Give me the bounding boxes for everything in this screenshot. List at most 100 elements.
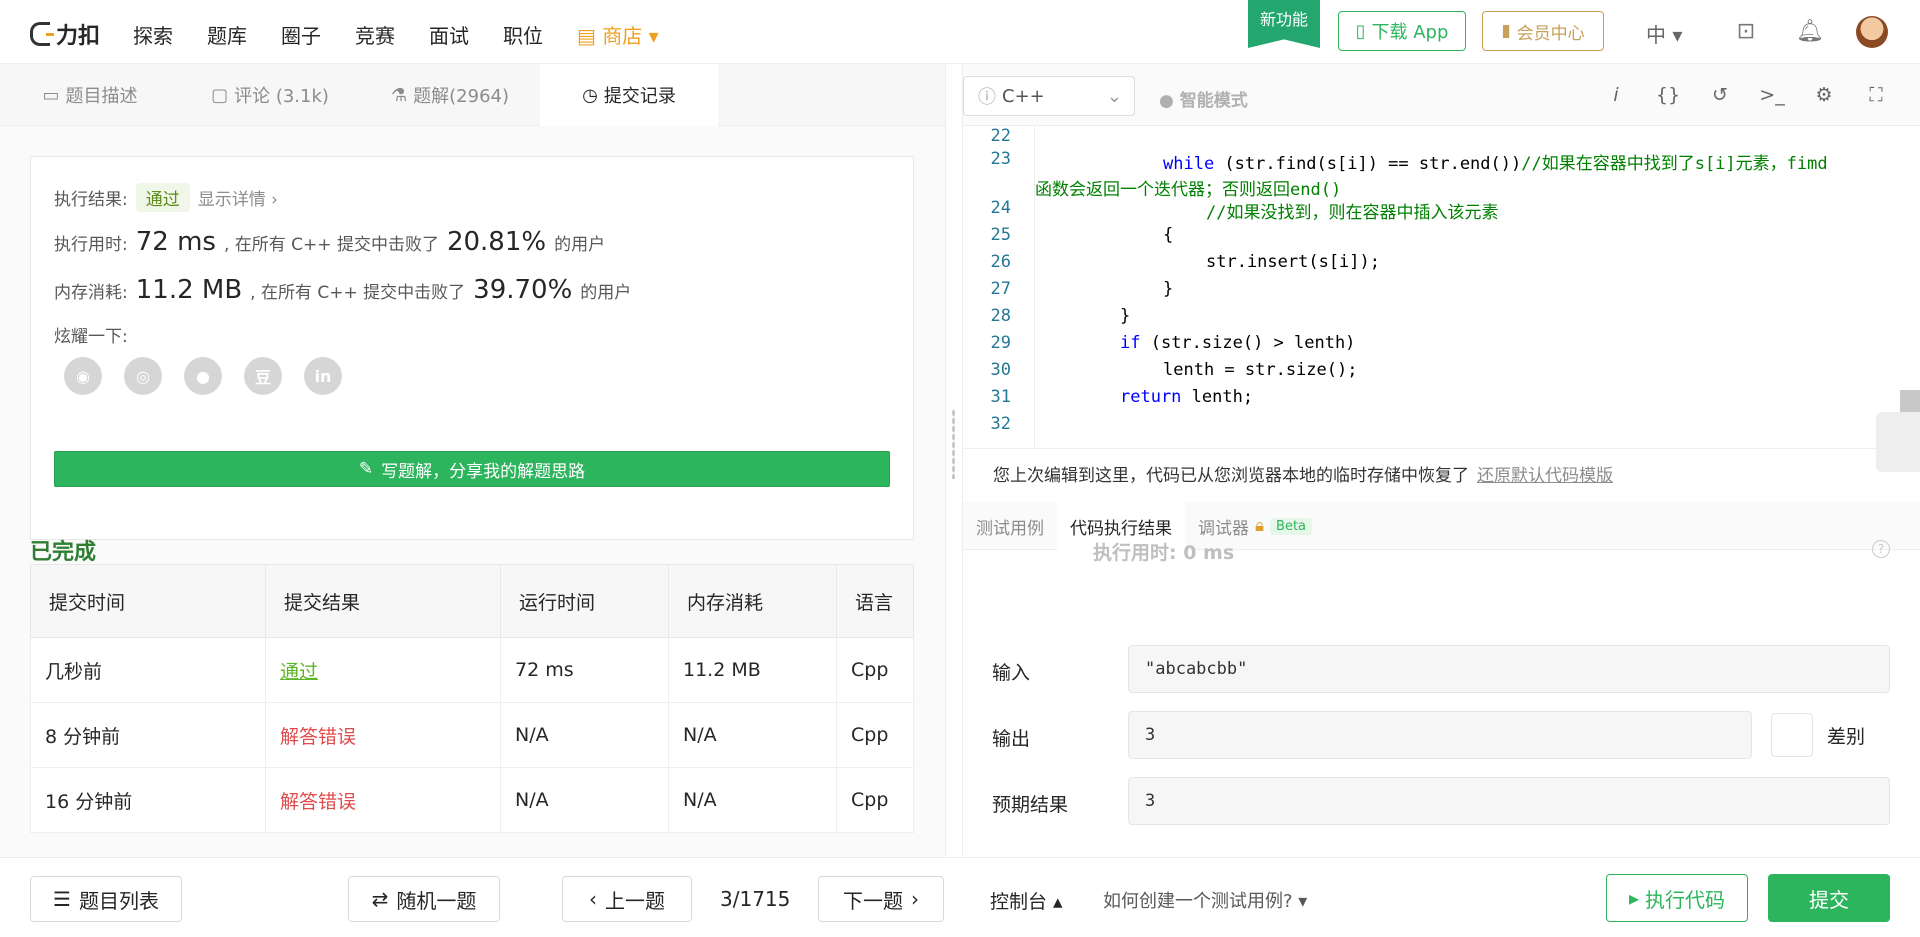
cell-memory: N/A: [668, 767, 837, 833]
code-editor[interactable]: 22 23 24 25 26 27 28 29 30 31 32 while (…: [963, 126, 1920, 448]
nav-shop[interactable]: ▤ 商店 ▾: [577, 20, 659, 49]
submit-button[interactable]: 提交: [1768, 874, 1890, 922]
run-label: 执行代码: [1645, 887, 1726, 912]
bell-icon[interactable]: 🔔︎: [1796, 18, 1824, 46]
weibo-icon[interactable]: ◎: [124, 357, 162, 395]
new-feature-ribbon[interactable]: 新功能: [1248, 0, 1320, 48]
how-to-testcase[interactable]: 如何创建一个测试用例? ▾: [1103, 887, 1307, 913]
result-card: 执行结果: 通过 显示详情 › 执行用时: 72 ms , 在所有 C++ 提交…: [30, 156, 914, 540]
qq-icon[interactable]: ●: [184, 357, 222, 395]
language-select[interactable]: ⓘ C++ ⌄: [963, 76, 1135, 116]
vip-center-button[interactable]: ▮ 会员中心: [1482, 11, 1604, 51]
table-row[interactable]: 几秒前 通过 72 ms 11.2 MB Cpp: [30, 637, 914, 703]
reset-icon[interactable]: ↺: [1707, 82, 1733, 108]
problem-list-button[interactable]: ☰ 题目列表: [30, 876, 182, 922]
settings-icon[interactable]: ⚙: [1811, 82, 1837, 108]
runtime-label: 执行用时:: [54, 235, 128, 255]
avatar[interactable]: [1856, 16, 1888, 48]
braces-icon[interactable]: {}: [1655, 82, 1681, 108]
tab-description-label: 题目描述: [65, 86, 138, 107]
diff-checkbox[interactable]: [1771, 713, 1813, 757]
restore-default-link[interactable]: 还原默认代码模版: [1477, 461, 1613, 486]
cell-result-link[interactable]: 解答错误: [265, 702, 501, 768]
table-row[interactable]: 8 分钟前 解答错误 N/A N/A Cpp: [30, 702, 914, 768]
cell-time: 8 分钟前: [30, 702, 266, 768]
douban-icon[interactable]: 豆: [244, 357, 282, 395]
nav-contest[interactable]: 竞赛: [355, 20, 395, 49]
wechat-icon[interactable]: ◉: [64, 357, 102, 395]
problem-list-label: 题目列表: [78, 888, 159, 913]
linkedin-icon[interactable]: in: [304, 357, 342, 395]
output-label: 输出: [992, 728, 1031, 750]
next-problem-button[interactable]: 下一题 ›: [818, 876, 944, 922]
smart-mode-toggle[interactable]: ● 智能模式: [1159, 86, 1248, 111]
line-number: 22: [990, 126, 1011, 146]
main-nav: 探索 题库 圈子 竞赛 面试 职位 ▤ 商店 ▾: [133, 20, 659, 49]
info-italic-icon[interactable]: i: [1603, 82, 1629, 108]
write-solution-button[interactable]: ✎ 写题解，分享我的解题思路: [54, 451, 890, 487]
nav-problems[interactable]: 题库: [207, 20, 247, 49]
clock-icon: ◷: [582, 84, 598, 106]
download-app-button[interactable]: ▯ 下载 App: [1338, 11, 1466, 51]
diff-toggle[interactable]: 差别: [1771, 712, 1889, 758]
tab-solutions[interactable]: ⚗ 题解(2964): [360, 64, 540, 126]
cell-runtime: N/A: [500, 702, 669, 768]
terminal-icon[interactable]: >_: [1759, 82, 1785, 108]
expected-value: 3: [1128, 777, 1890, 825]
comment-icon: ▢: [211, 84, 229, 106]
list-icon: ☰: [53, 887, 71, 911]
nav-jobs[interactable]: 职位: [503, 20, 543, 49]
console-toggle[interactable]: 控制台 ▴: [990, 887, 1063, 914]
status-badge: 通过: [135, 183, 190, 212]
fullscreen-icon[interactable]: ⛶: [1863, 82, 1889, 108]
cell-result-link[interactable]: 解答错误: [265, 767, 501, 833]
language-select-value: C++: [1002, 85, 1045, 107]
debugger-label: 调试器: [1198, 518, 1249, 539]
input-value: "abcabcbb": [1128, 645, 1890, 693]
share-label: 炫耀一下:: [54, 327, 128, 347]
cell-result-link[interactable]: 通过: [265, 637, 501, 703]
play-icon: ▸: [1628, 886, 1640, 910]
runtime-row: 执行用时: 72 ms , 在所有 C++ 提交中击败了 20.81% 的用户: [54, 227, 605, 257]
show-details-link[interactable]: 显示详情 ›: [198, 185, 278, 210]
playground-icon[interactable]: ⊡: [1732, 18, 1760, 46]
diff-label: 差别: [1827, 725, 1866, 748]
pane-resize-handle[interactable]: [945, 64, 963, 857]
logo[interactable]: 力扣: [30, 18, 100, 50]
line-number: 28: [990, 306, 1011, 326]
language-switch[interactable]: 中 ▾: [1646, 19, 1682, 48]
code-line: lenth = str.size();: [1163, 360, 1358, 380]
table-row[interactable]: 16 分钟前 解答错误 N/A N/A Cpp: [30, 767, 914, 833]
line-number: 27: [990, 279, 1011, 299]
leetcode-logo-icon: [30, 22, 54, 46]
memory-row: 内存消耗: 11.2 MB , 在所有 C++ 提交中击败了 39.70% 的用…: [54, 275, 631, 305]
tab-submissions-label: 提交记录: [603, 86, 676, 107]
vip-label: 会员中心: [1516, 23, 1585, 44]
run-code-button[interactable]: ▸ 执行代码: [1606, 874, 1748, 922]
tab-testcase[interactable]: 测试用例: [963, 502, 1057, 550]
submissions-table: 提交时间 提交结果 运行时间 内存消耗 语言 几秒前 通过 72 ms 11.2…: [30, 564, 914, 833]
tab-submissions[interactable]: ◷ 提交记录: [540, 64, 718, 126]
restore-text: 您上次编辑到这里，代码已从您浏览器本地的临时存储中恢复了: [993, 466, 1469, 486]
code-line: if (str.size() > lenth): [1120, 333, 1356, 353]
prev-problem-button[interactable]: ‹ 上一题: [562, 876, 692, 922]
line-number: 24: [990, 198, 1011, 218]
howto-label: 如何创建一个测试用例?: [1103, 891, 1293, 912]
nav-interview[interactable]: 面试: [429, 20, 469, 49]
exec-time: 执行用时: 0 ms: [1093, 542, 1235, 564]
help-icon[interactable]: ?: [1872, 540, 1890, 558]
runtime-percent: 20.81%: [446, 227, 547, 257]
code-line: {: [1163, 225, 1174, 245]
floating-feedback-button[interactable]: [1876, 412, 1920, 472]
nav-circle[interactable]: 圈子: [281, 20, 321, 49]
nav-explore[interactable]: 探索: [133, 20, 173, 49]
top-navbar: 力扣 探索 题库 圈子 竞赛 面试 职位 ▤ 商店 ▾ 新功能 ▯ 下载 App…: [0, 0, 1920, 64]
random-problem-button[interactable]: ⇄ 随机一题: [348, 876, 500, 922]
tab-solutions-label: 题解(2964): [413, 86, 509, 107]
tab-comments[interactable]: ▢ 评论 (3.1k): [180, 64, 360, 126]
lock-icon: 🔒︎: [1255, 516, 1265, 536]
left-tabs: ▭ 题目描述 ▢ 评论 (3.1k) ⚗ 题解(2964) ◷ 提交记录: [0, 64, 945, 126]
tab-description[interactable]: ▭ 题目描述: [0, 64, 180, 126]
chevron-left-icon: ‹: [589, 887, 597, 911]
line-number: 32: [990, 414, 1011, 434]
